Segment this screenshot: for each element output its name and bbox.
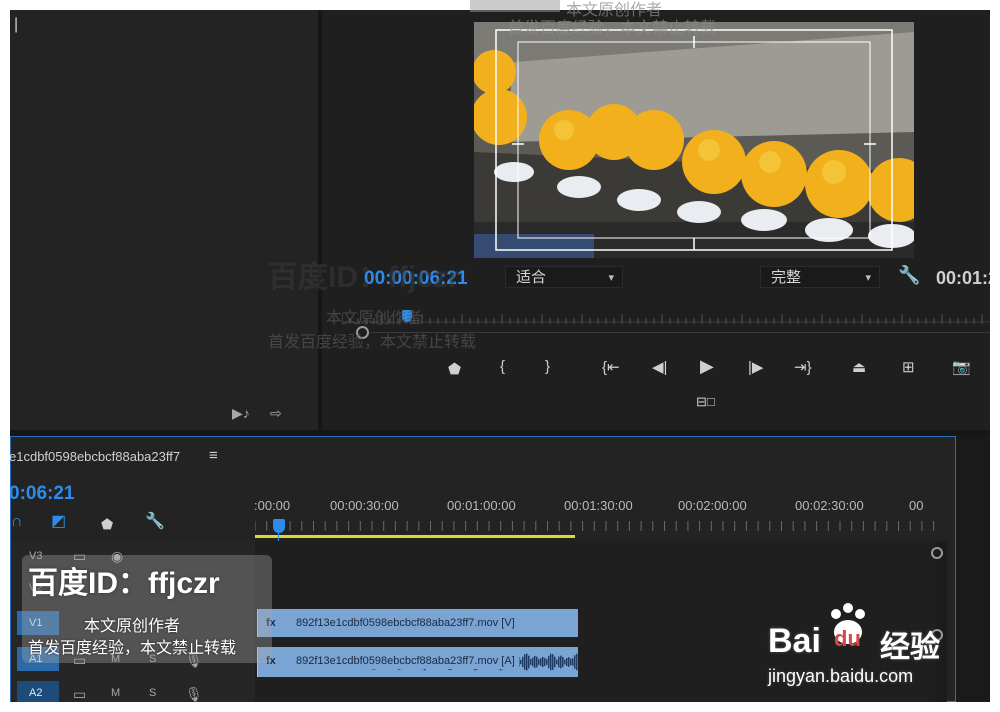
ruler-label: :00:00 xyxy=(254,498,291,513)
zoom-level-value: 适合 xyxy=(516,269,547,286)
ruler-label: 00:02:30:00 xyxy=(795,498,864,513)
lift-button[interactable]: ⏏ xyxy=(852,358,866,376)
baidu-url: jingyan.baidu.com xyxy=(768,666,914,686)
microphone-icon[interactable]: 🎙 xyxy=(185,687,203,701)
solo-button[interactable]: S xyxy=(149,687,156,699)
watermark-bottom-id: 百度ID：ffjczr xyxy=(28,567,220,600)
source-monitor-panel: | ▶♪ ⇨ xyxy=(10,10,318,430)
track-header-a2[interactable]: A2 ▭ M S 🎙 xyxy=(11,677,255,702)
track-id: A2 xyxy=(29,687,43,699)
step-forward-button[interactable]: |▶ xyxy=(748,358,763,376)
go-to-out-button[interactable]: ⇥} xyxy=(794,358,812,376)
linked-selection-icon[interactable]: ◩ xyxy=(51,514,66,530)
export-frame-audio-icon[interactable]: ▶♪ xyxy=(232,406,250,420)
wrench-icon[interactable]: 🔧 xyxy=(898,266,920,284)
watermark-bottom-line2: 首发百度经验，本文禁止转载 xyxy=(28,640,237,657)
audio-clip[interactable]: fx 892f13e1cdbf0598ebcbcf88aba23ff7.mov … xyxy=(257,647,578,677)
video-image xyxy=(474,22,914,258)
extract-button[interactable]: ⊞ xyxy=(902,358,915,376)
mark-in-button[interactable]: { xyxy=(500,358,505,375)
sequence-tab[interactable]: e1cdbf0598ebcbcf88aba23ff7 xyxy=(10,449,180,464)
scroll-handle-top[interactable] xyxy=(931,547,943,559)
playback-resolution-select[interactable]: 完整 ▾ xyxy=(760,266,880,288)
snap-icon[interactable]: ∩ xyxy=(11,514,23,530)
compare-view-icon[interactable]: ⊟□ xyxy=(696,394,715,410)
baidu-logo-bai: Bai xyxy=(768,622,821,660)
timeline-playhead[interactable] xyxy=(273,519,285,533)
video-clip[interactable]: fx 892f13e1cdbf0598ebcbcf88aba23ff7.mov … xyxy=(257,609,578,637)
ruler-label: 00:02:00:00 xyxy=(678,498,747,513)
baidu-jingyan-logo: Bai du 经验 jingyan.baidu.com xyxy=(768,602,958,692)
watermark-bottom-line1: 本文原创作者 xyxy=(84,618,181,635)
ruler-label: 00 xyxy=(909,498,924,513)
ruler-label: 00:00:30:00 xyxy=(330,498,399,513)
program-duration: 00:01:2 xyxy=(936,268,990,288)
sequence-menu-icon[interactable]: ≡ xyxy=(209,447,218,464)
play-button[interactable]: ▶ xyxy=(700,356,714,377)
sync-lock-icon[interactable]: ▭ xyxy=(73,687,86,701)
baidu-logo-du: du xyxy=(834,626,861,651)
mute-button[interactable]: M xyxy=(111,687,120,699)
watermark-mid-line1: 本文原创作者 xyxy=(326,310,423,327)
playback-resolution-value: 完整 xyxy=(771,269,802,286)
watermark-top-line2: 首发百度经验，本文禁止转载 xyxy=(508,20,717,37)
watermark-top-bar xyxy=(470,0,560,12)
source-top-tick: | xyxy=(14,16,19,33)
chevron-down-icon: ▾ xyxy=(608,272,614,284)
add-marker-icon[interactable]: ⬟ xyxy=(101,517,113,531)
ruler-label: 00:01:00:00 xyxy=(447,498,516,513)
video-frame xyxy=(474,22,914,258)
timeline-settings-wrench-icon[interactable]: 🔧 xyxy=(145,514,165,530)
baidu-logo-jingyan: 经验 xyxy=(880,631,940,664)
mark-out-button[interactable]: } xyxy=(545,358,550,375)
chevron-down-icon: ▾ xyxy=(865,272,871,284)
watermark-mid-line2: 首发百度经验，本文禁止转载 xyxy=(268,334,477,351)
video-clip-label: 892f13e1cdbf0598ebcbcf88aba23ff7.mov [V] xyxy=(296,617,515,629)
program-monitor-panel: 00:00:06:21 适合 ▾ 完整 ▾ 🔧 00:01:2 ⬟ { } {⇤… xyxy=(322,10,990,430)
step-back-button[interactable]: ◀| xyxy=(652,358,667,376)
watermark-mid-id: 百度ID：ffjczr xyxy=(268,261,460,294)
audio-clip-label: 892f13e1cdbf0598ebcbcf88aba23ff7.mov [A] xyxy=(296,653,519,669)
go-to-in-button[interactable]: {⇤ xyxy=(602,358,620,376)
timeline-timecode[interactable]: 0:06:21 xyxy=(10,483,75,505)
export-frame-button[interactable]: 📷 xyxy=(952,358,971,376)
add-marker-button[interactable]: ⬟ xyxy=(448,360,461,378)
zoom-level-select[interactable]: 适合 ▾ xyxy=(505,266,623,288)
insert-icon[interactable]: ⇨ xyxy=(270,406,282,420)
ruler-label: 00:01:30:00 xyxy=(564,498,633,513)
right-edge-panel xyxy=(956,436,990,702)
